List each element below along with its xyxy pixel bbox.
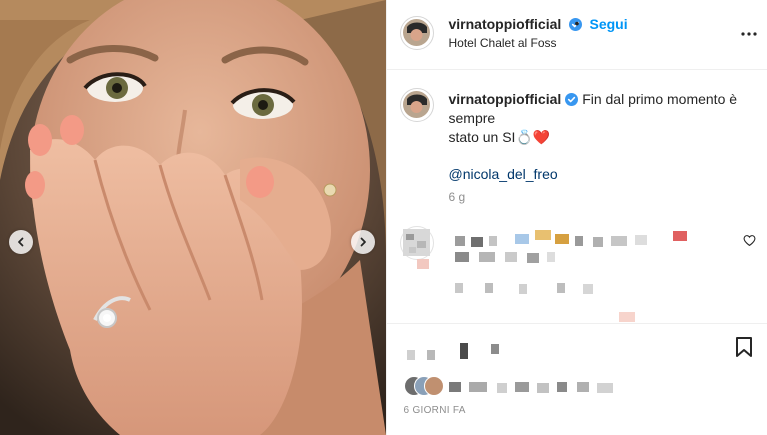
caption-username[interactable]: virnatoppiofficial [449,91,579,107]
comment-avatar[interactable] [399,226,434,260]
post-date[interactable]: 6 GIORNI FA [404,405,466,416]
caption-relative-time: 6 g [448,190,466,204]
previous-slide-button[interactable] [9,230,33,254]
separator-dot: • [574,15,580,31]
post-caption: virnatoppiofficial Fin dal primo momento… [449,90,754,184]
like-comment-button[interactable] [743,234,757,248]
avatar-image [402,91,430,118]
more-options-button[interactable] [739,24,759,44]
chevron-right-icon [360,237,366,247]
heart-icon [743,235,755,247]
next-slide-button[interactable] [351,230,375,254]
avatar-image [402,19,430,46]
author-avatar[interactable] [399,16,434,50]
likers-avatars[interactable] [403,376,444,396]
follow-button[interactable]: Segui [590,16,628,32]
save-post-button[interactable] [735,336,755,360]
chevron-left-icon [18,237,24,247]
verified-badge-icon [565,93,579,106]
caption-author-avatar[interactable] [399,88,434,122]
more-options-icon [740,32,757,36]
location-link[interactable]: Hotel Chalet al Foss [449,36,557,50]
mention-link[interactable]: @nicola_del_freo [449,165,754,184]
bookmark-icon [735,337,752,357]
caption-text-line2: stato un SI [448,129,516,145]
post-photo [0,0,386,435]
author-username[interactable]: virnatoppiofficial [449,16,583,32]
actions-divider [386,323,767,324]
caption-emoji: 💍❤️ [515,129,551,145]
post-header: virnatoppiofficial • Segui Hotel Chalet … [386,0,767,70]
caption-username-text: virnatoppiofficial [448,91,562,107]
post-media[interactable] [0,0,386,435]
instagram-post-viewer: virnatoppiofficial • Segui Hotel Chalet … [0,0,767,435]
post-side-panel: virnatoppiofficial • Segui Hotel Chalet … [385,0,767,435]
author-username-text: virnatoppiofficial [448,16,562,32]
avatar-image [402,229,430,256]
